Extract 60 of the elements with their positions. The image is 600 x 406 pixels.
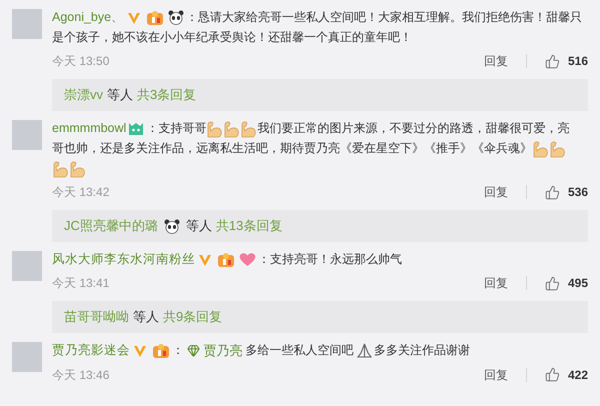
comment-text: ：支持哥哥 xyxy=(146,121,206,135)
user-name[interactable]: emmmmbowl xyxy=(52,121,126,135)
reply-button[interactable]: 回复 xyxy=(484,51,508,71)
verified-icon xyxy=(127,10,142,25)
reply-summary-bar[interactable]: 苗哥哥呦呦 等人 共9条回复 xyxy=(52,301,588,333)
reply-user-name[interactable]: JC照亮馨中的璐 xyxy=(64,216,158,236)
comment-text: 哥也帅，还是多关注作品，远离私生活吧，期待贾乃亮《爱在星空下》《推手》《伞兵魂》 xyxy=(52,141,532,155)
panda-icon xyxy=(168,10,184,26)
like-icon[interactable] xyxy=(544,54,560,68)
reply-total-link[interactable]: 共13条回复 xyxy=(216,216,282,236)
reply-summary-bar[interactable]: JC照亮馨中的璐 等人 共13条回复 xyxy=(52,210,588,242)
reply-summary-bar[interactable]: 崇漂vv 等人 共3条回复 xyxy=(52,79,588,111)
comment-text: ：支持亮哥！永远那么帅气 xyxy=(258,252,402,266)
comment-text: 我们要正常的图片来源，不要过分的路透，甜馨很可爱，亮 xyxy=(257,121,570,135)
verified-icon xyxy=(198,252,212,267)
panda-icon xyxy=(164,218,180,234)
like-count: 422 xyxy=(568,366,588,384)
comment-text: 是个孩子，她不该在小小年纪承受舆论！还甜馨一个真正的童年吧！ xyxy=(52,30,412,44)
reply-button[interactable]: 回复 xyxy=(484,273,508,293)
like-count: 536 xyxy=(568,184,588,201)
comment-time: 今天 13:41 xyxy=(52,275,110,292)
reply-total-link[interactable]: 共3条回复 xyxy=(137,85,196,105)
diamond-icon xyxy=(187,344,200,358)
like-icon[interactable] xyxy=(544,367,560,382)
reply-total-link[interactable]: 共9条回复 xyxy=(163,307,222,327)
heart-icon xyxy=(239,252,256,268)
reply-user-name[interactable]: 崇漂vv xyxy=(64,85,103,105)
flexed-arm-icon xyxy=(549,140,566,158)
reply-button[interactable]: 回复 xyxy=(484,364,508,385)
comment-text: 多给一些私人空间吧 xyxy=(244,343,355,357)
like-icon[interactable] xyxy=(544,184,560,200)
comment-time: 今天 13:46 xyxy=(52,366,110,384)
like-count: 495 xyxy=(568,275,588,292)
flexed-arm-icon xyxy=(532,140,549,158)
mention-link[interactable]: 贾乃亮 xyxy=(187,340,242,361)
level-badge-icon xyxy=(146,10,164,26)
reply-others-text: 等人 xyxy=(186,217,212,235)
level-badge-icon xyxy=(152,342,170,359)
comment-text: ： xyxy=(172,343,185,357)
flexed-arm-icon xyxy=(52,160,69,178)
reply-others-text: 等人 xyxy=(133,308,159,326)
reply-others-text: 等人 xyxy=(107,86,133,104)
reply-user-name[interactable]: 苗哥哥呦呦 xyxy=(64,307,129,327)
level-badge-icon xyxy=(217,252,235,268)
user-name[interactable]: Agoni_bye、 xyxy=(52,10,124,24)
flexed-arm-icon xyxy=(223,120,240,138)
user-name[interactable]: 贾乃亮影迷会 xyxy=(52,343,130,357)
comment-time: 今天 13:50 xyxy=(52,53,110,70)
comment-text: 多多关注作品谢谢 xyxy=(374,343,470,357)
monster-icon xyxy=(128,121,144,136)
like-icon[interactable] xyxy=(544,276,560,290)
verified-icon xyxy=(133,344,147,358)
flexed-arm-icon xyxy=(240,120,258,138)
flexed-arm-icon xyxy=(69,160,86,178)
like-count: 516 xyxy=(568,53,588,70)
comment-text: ：恳请大家给亮哥一些私人空间吧！大家相互理解。我们拒绝伤害！甜馨只 xyxy=(186,10,582,24)
flexed-arm-icon xyxy=(206,120,224,138)
comment-time: 今天 13:42 xyxy=(52,184,110,201)
reply-button[interactable]: 回复 xyxy=(484,182,508,202)
user-name[interactable]: 风水大师李东水河南粉丝 xyxy=(52,252,195,266)
